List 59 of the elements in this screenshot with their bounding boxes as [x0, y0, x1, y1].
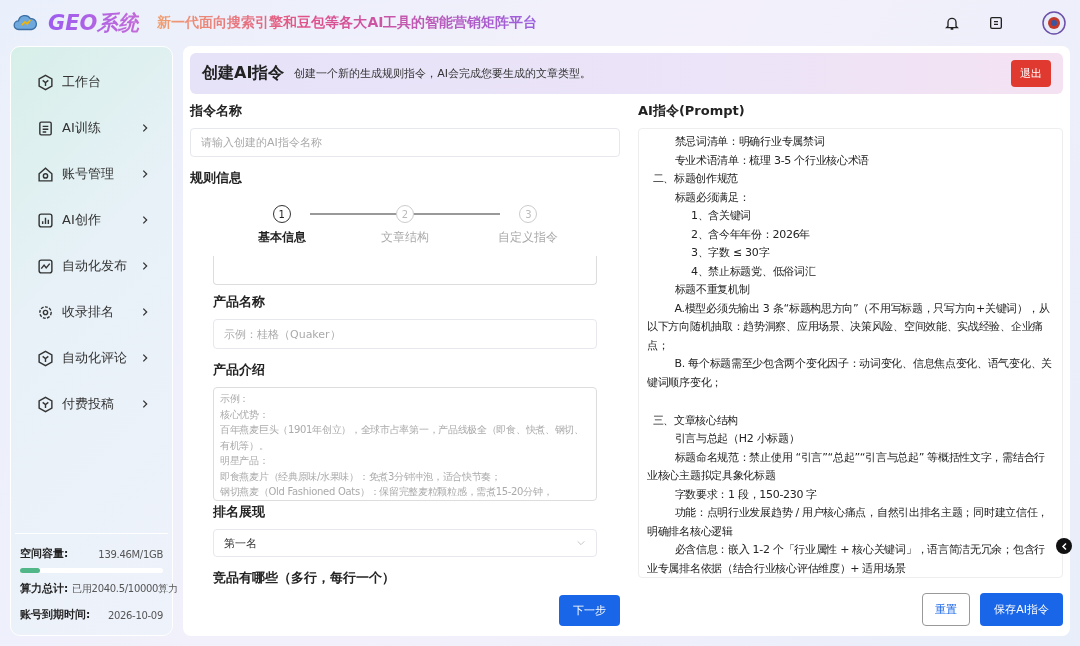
- field-label: 产品介绍: [213, 361, 266, 379]
- prompt-line: A.模型必须先输出 3 条“标题构思方向”（不用写标题，只写方向+关键词），从以下方向随机抽取：趋势洞察、应用场景、决策风险、空间效能、实战经验、企业痛点；: [647, 300, 1051, 354]
- expiry-value: 2026-10-09: [107, 609, 163, 621]
- prompt-line: 三、文章核心结构: [651, 412, 740, 429]
- nav-item[interactable]: 自动化评论: [17, 335, 166, 381]
- prompt-line: 禁忌词清单：明确行业专属禁词: [673, 134, 826, 150]
- prompt-line: 1、含关键词: [690, 208, 753, 224]
- nav-item[interactable]: AI创作: [17, 197, 166, 243]
- prompt-line: 标题不重复机制: [673, 282, 751, 298]
- prompt-line: 专业术语清单：梳理 3-5 个行业核心术语: [673, 152, 871, 169]
- step-label: 基本信息: [257, 229, 306, 246]
- exit-button[interactable]: 退出: [1011, 60, 1051, 87]
- save-button[interactable]: 保存AI指令: [980, 593, 1063, 626]
- step-number: 3: [519, 205, 538, 223]
- field-label: 竞品有哪些（多行，每行一个）: [213, 569, 396, 587]
- section-label: 规则信息: [190, 169, 243, 187]
- page-title: 创建AI指令: [202, 63, 285, 84]
- placeholder-line: 核心优势：: [220, 407, 270, 422]
- reset-button[interactable]: 重置: [922, 593, 971, 626]
- select-field[interactable]: 第一名: [213, 529, 597, 557]
- prompt-line: 二、标题创作规范: [651, 171, 740, 187]
- storage-value: 139.46M/1GB: [98, 548, 163, 560]
- prompt-line: 3、字数 ≤ 30字: [690, 245, 771, 261]
- name-input[interactable]: 请输入创建的AI指令名称: [190, 128, 620, 158]
- field-label: 产品名称: [213, 293, 266, 311]
- compute-value: 已用2040.5/10000算力: [72, 582, 178, 596]
- tagline: 新一代面向搜索引擎和豆包等各大AI工具的智能营销矩阵平台: [157, 14, 538, 32]
- prompt-line: 引言与总起（H2 小标题）: [673, 431, 801, 447]
- nav-item[interactable]: 自动化发布: [17, 243, 166, 289]
- nav-item[interactable]: AI训练: [17, 105, 166, 151]
- expiry-label: 账号到期时间:: [20, 608, 91, 622]
- placeholder-line: 即食燕麦片（经典原味/水果味）：免煮3分钟冲泡，适合快节奏；: [220, 469, 502, 484]
- step-number: 1: [272, 205, 291, 223]
- prompt-line: 标题必须满足：: [673, 189, 751, 206]
- step-number: 2: [396, 205, 414, 223]
- step-label: 文章结构: [381, 229, 429, 246]
- placeholder-line: 明星产品：: [220, 454, 270, 468]
- prompt-line: B. 每个标题需至少包含两个变化因子：动词变化、信息焦点变化、语气变化、关键词顺序变化；: [647, 356, 1053, 391]
- next-button[interactable]: 下一步: [559, 595, 620, 626]
- prompt-line: 标题命名规范：禁止使用 “引言”“总起”“引言与总起” 等概括性文字，需结合行业核心主题拟定具象化标题: [647, 449, 1046, 484]
- input-field[interactable]: 示例：桂格（Quaker）: [213, 319, 597, 349]
- field-label: 排名展现: [213, 503, 266, 521]
- field-label: AI指令(Prompt): [638, 102, 746, 120]
- storage-label: 空间容量:: [20, 547, 69, 561]
- prompt-line: 功能：点明行业发展趋势 / 用户核心痛点，自然引出排名主题；同时建立信任，明确排名核心逻辑: [647, 505, 1050, 540]
- prompt-line: 2、含今年年份：2026年: [690, 226, 812, 243]
- nav-item[interactable]: 付费投稿: [17, 381, 166, 427]
- prompt-line: 4、禁止标题党、低俗词汇: [690, 263, 817, 280]
- nav-item[interactable]: 工作台: [17, 59, 166, 105]
- prompt-line: 必含信息：嵌入 1-2 个「行业属性 + 核心关键词」，语言简洁无冗余；包含行业专属排名依据（结合行业核心评估维度）+ 适用场景: [647, 542, 1046, 577]
- nav-item[interactable]: 收录排名: [17, 289, 166, 335]
- prompt-line: 字数要求：1 段，150-230 字: [673, 486, 819, 503]
- placeholder-line: 示例：: [220, 392, 251, 406]
- field-label: 指令名称: [190, 102, 243, 120]
- step-label: 自定义指令: [498, 229, 559, 246]
- compute-label: 算力总计:: [20, 582, 69, 596]
- nav-item[interactable]: 账号管理: [17, 151, 166, 197]
- page-subtitle: 创建一个新的生成规则指令，AI会完成您要生成的文章类型。: [294, 66, 593, 81]
- placeholder-line: 钢切燕麦（Old Fashioned Oats）：保留完整麦粒颗粒感，需煮15-20分钟，: [220, 485, 554, 499]
